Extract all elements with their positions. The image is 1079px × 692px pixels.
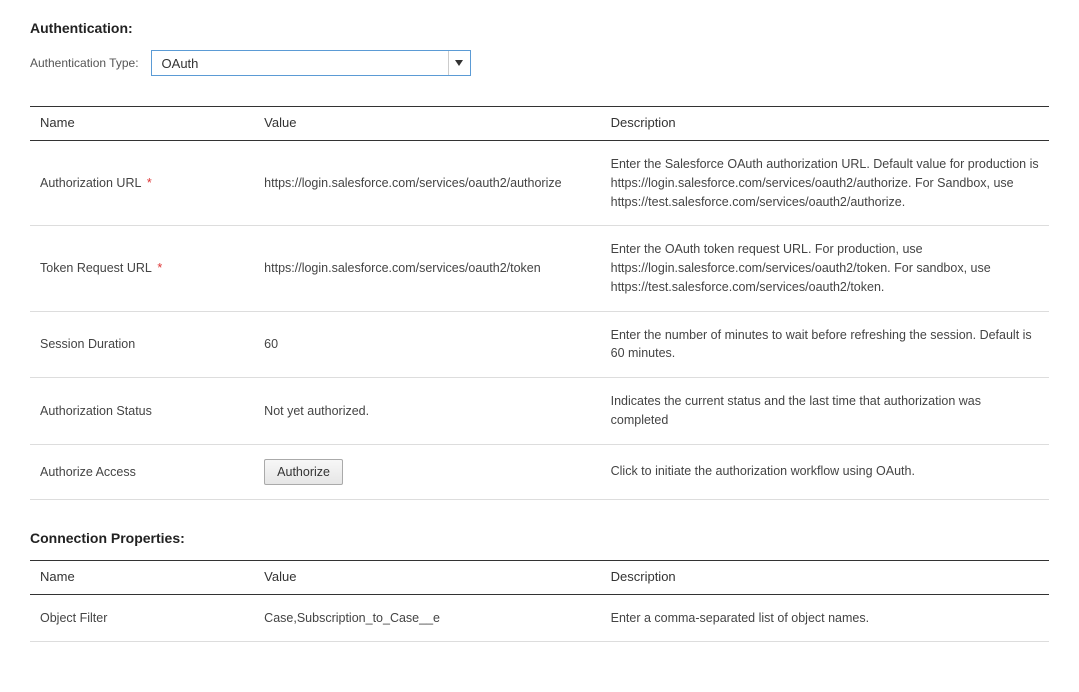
auth-type-label: Authentication Type: xyxy=(30,56,139,70)
row-name: Object Filter xyxy=(30,594,254,642)
auth-col-name: Name xyxy=(30,107,254,141)
row-name: Authorization URL * xyxy=(30,141,254,226)
row-name-text: Authorization URL xyxy=(40,176,141,190)
row-name: Token Request URL * xyxy=(30,226,254,311)
auth-col-value: Value xyxy=(254,107,600,141)
row-value: 60 xyxy=(254,311,600,378)
chevron-down-icon[interactable] xyxy=(448,51,470,75)
row-name: Authorize Access xyxy=(30,444,254,499)
table-row: Authorization URL *https://login.salesfo… xyxy=(30,141,1049,226)
row-description: Enter the Salesforce OAuth authorization… xyxy=(601,141,1049,226)
row-name: Authorization Status xyxy=(30,378,254,445)
table-row: Authorization Status Not yet authorized.I… xyxy=(30,378,1049,445)
authentication-heading: Authentication: xyxy=(30,20,1049,36)
row-name-text: Authorize Access xyxy=(40,465,136,479)
connection-properties-heading: Connection Properties: xyxy=(30,530,1049,546)
row-value: https://login.salesforce.com/services/oa… xyxy=(254,226,600,311)
row-description: Enter a comma-separated list of object n… xyxy=(601,594,1049,642)
conn-col-name: Name xyxy=(30,560,254,594)
required-indicator: * xyxy=(143,176,151,190)
row-description: Enter the OAuth token request URL. For p… xyxy=(601,226,1049,311)
required-indicator: * xyxy=(154,261,162,275)
row-name-text: Token Request URL xyxy=(40,261,152,275)
table-row: Authorize Access Authorize Click to initia… xyxy=(30,444,1049,499)
row-value: Not yet authorized. xyxy=(254,378,600,445)
row-name-text: Authorization Status xyxy=(40,404,152,418)
row-description: Indicates the current status and the las… xyxy=(601,378,1049,445)
row-value: https://login.salesforce.com/services/oa… xyxy=(254,141,600,226)
authentication-table: Name Value Description Authorization URL… xyxy=(30,106,1049,500)
auth-type-row: Authentication Type: OAuth xyxy=(30,50,1049,76)
row-name-text: Session Duration xyxy=(40,337,135,351)
row-value: Authorize xyxy=(254,444,600,499)
table-row: Object FilterCase,Subscription_to_Case__… xyxy=(30,594,1049,642)
connection-properties-table: Name Value Description Object FilterCase… xyxy=(30,560,1049,643)
table-row: Token Request URL *https://login.salesfo… xyxy=(30,226,1049,311)
auth-type-value: OAuth xyxy=(152,56,448,71)
table-row: Session Duration 60Enter the number of mi… xyxy=(30,311,1049,378)
authorize-button[interactable]: Authorize xyxy=(264,459,343,485)
conn-col-value: Value xyxy=(254,560,600,594)
auth-col-description: Description xyxy=(601,107,1049,141)
conn-col-description: Description xyxy=(601,560,1049,594)
auth-type-dropdown[interactable]: OAuth xyxy=(151,50,471,76)
row-value: Case,Subscription_to_Case__e xyxy=(254,594,600,642)
row-description: Enter the number of minutes to wait befo… xyxy=(601,311,1049,378)
row-name: Session Duration xyxy=(30,311,254,378)
row-description: Click to initiate the authorization work… xyxy=(601,444,1049,499)
